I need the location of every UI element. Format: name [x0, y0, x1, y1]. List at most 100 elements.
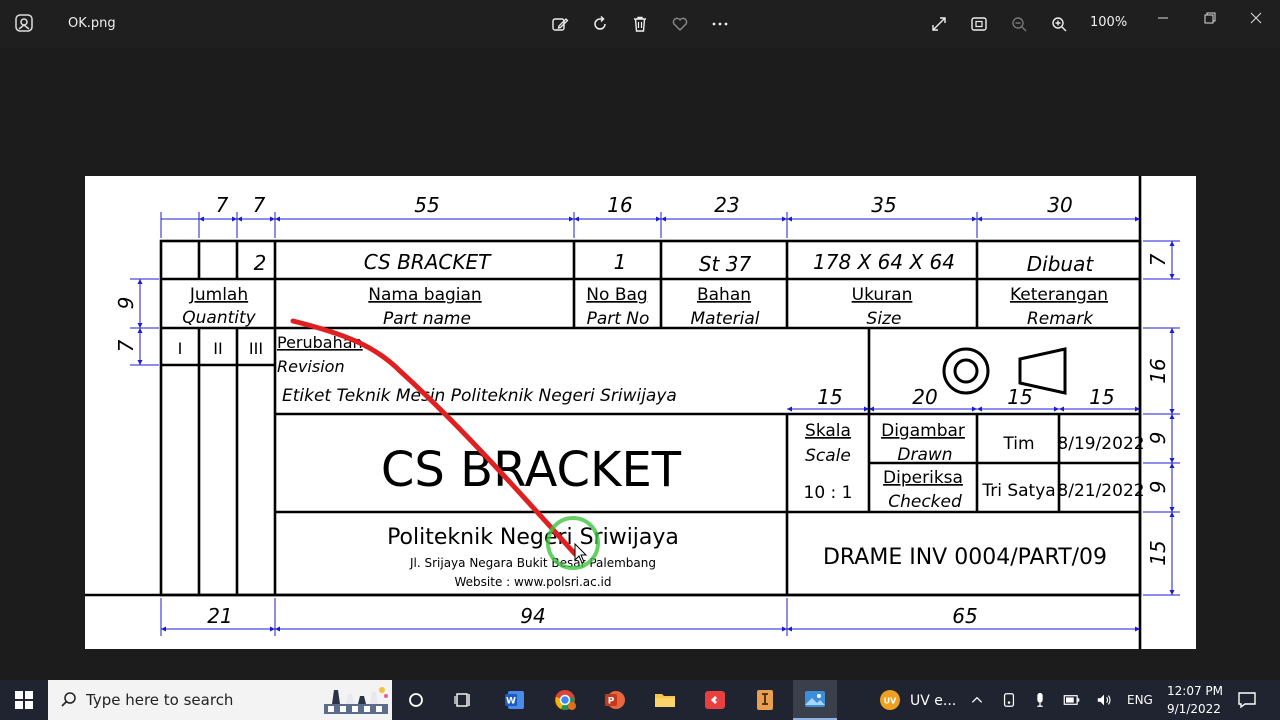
taskbar-word[interactable]: W: [493, 680, 537, 720]
dim-left-2: 7: [114, 339, 138, 352]
zoom-out-icon: [1012, 17, 1027, 32]
institution-name: Politeknik Negeri Sriwijaya: [387, 525, 679, 550]
zoom-level[interactable]: 100%: [1090, 15, 1127, 30]
notification-icon: [1238, 692, 1256, 709]
meet-now-button[interactable]: [1000, 691, 1018, 709]
volume-button[interactable]: [1095, 691, 1113, 709]
show-hidden-icons-button[interactable]: [968, 691, 986, 709]
favorite-button[interactable]: [668, 12, 692, 36]
row1-quantity: 2: [254, 251, 267, 275]
heart-icon: [672, 17, 688, 31]
close-icon: [1250, 12, 1262, 24]
start-button[interactable]: [0, 680, 48, 720]
dim-mid-1: 15: [817, 385, 842, 409]
uv-app-icon[interactable]: UV: [879, 689, 901, 711]
title-bar: OK.png 100%: [0, 0, 1280, 48]
dim-top-6: 35: [871, 193, 896, 217]
drawn-label-id: Digambar: [881, 421, 965, 441]
revision-label-id: Perubahan: [277, 333, 363, 352]
title-block-drawing: 2 CS BRACKET 1 St 37 178 X 64 X 64 Dibua…: [85, 176, 1196, 649]
zoom-out-button[interactable]: [1007, 12, 1031, 36]
drawn-date: 8/19/2022: [1057, 434, 1144, 454]
microphone-button[interactable]: [1031, 691, 1049, 709]
search-placeholder: Type here to search: [86, 691, 234, 709]
rotate-button[interactable]: [588, 12, 612, 36]
minimize-button[interactable]: [1148, 8, 1178, 28]
scale-label-id: Skala: [805, 421, 851, 441]
drawn-by: Tim: [1002, 434, 1034, 454]
taskbar: Type here to search W P UV UV e... ENG 1…: [0, 680, 1280, 720]
taskbar-photos[interactable]: [793, 680, 837, 720]
row1-remark: Dibuat: [1027, 252, 1095, 276]
zoom-in-button[interactable]: [1047, 12, 1071, 36]
clock-date[interactable]: 9/1/2022: [1167, 702, 1221, 716]
clock-time[interactable]: 12:07 PM: [1167, 684, 1223, 698]
checked-by: Tri Satya: [981, 481, 1055, 501]
svg-text:W: W: [506, 697, 516, 707]
file-name: OK.png: [68, 16, 116, 31]
header-no-id: No Bag: [586, 285, 647, 305]
header-quantity-id: Jumlah: [189, 285, 248, 305]
chevron-up-icon: [971, 696, 983, 703]
input-language[interactable]: ENG: [1127, 693, 1153, 707]
dim-right-5: 15: [1146, 540, 1170, 565]
close-button[interactable]: [1241, 8, 1271, 28]
row1-size: 178 X 64 X 64: [813, 250, 955, 274]
row1-part-name: CS BRACKET: [364, 250, 492, 274]
action-center-button[interactable]: [1237, 690, 1257, 710]
edit-image-button[interactable]: [548, 12, 572, 36]
dim-left-1: 9: [114, 297, 138, 310]
speaker-icon: [1097, 694, 1111, 706]
taskbar-anydesk[interactable]: [693, 680, 737, 720]
cortana-icon: [409, 693, 423, 707]
checked-date: 8/21/2022: [1057, 481, 1144, 501]
powerpoint-icon: P: [605, 691, 625, 709]
task-view-button[interactable]: [394, 680, 438, 720]
task-switcher-button[interactable]: [441, 680, 485, 720]
dim-bottom-3: 65: [952, 604, 977, 628]
dim-top-4: 16: [607, 193, 632, 217]
projection-symbol: [942, 347, 1067, 395]
notification-app-label[interactable]: UV e...: [910, 693, 956, 709]
red-annotation-stroke: [290, 318, 578, 557]
anydesk-icon: [705, 691, 725, 709]
dim-right-3: 9: [1146, 432, 1170, 445]
dim-top-3: 55: [414, 193, 439, 217]
revision-col-3: III: [249, 339, 263, 358]
fullscreen-button[interactable]: [927, 12, 951, 36]
windows-icon: [15, 691, 33, 709]
row1-material: St 37: [699, 252, 752, 276]
taskbar-powerpoint[interactable]: P: [593, 680, 637, 720]
fit-to-window-button[interactable]: [967, 12, 991, 36]
header-material-en: Material: [690, 309, 759, 329]
zoom-in-icon: [1052, 17, 1067, 32]
battery-icon: [1063, 695, 1080, 705]
dim-right-1: 7: [1146, 253, 1170, 266]
chess-highlight-icon: [324, 687, 388, 714]
folder-icon: [655, 694, 675, 707]
taskbar-search[interactable]: Type here to search: [48, 680, 392, 720]
delete-button[interactable]: [628, 12, 652, 36]
dim-right-2: 16: [1146, 358, 1170, 383]
institution-address: Jl. Srijaya Negara Bukit Besar Palembang: [409, 556, 656, 570]
dim-mid-4: 15: [1089, 385, 1114, 409]
drawing-svg: 2 CS BRACKET 1 St 37 178 X 64 X 64 Dibua…: [85, 176, 1180, 649]
image-canvas[interactable]: 2 CS BRACKET 1 St 37 178 X 64 X 64 Dibua…: [0, 48, 1280, 680]
title-block-frame: [85, 176, 1142, 649]
more-options-button[interactable]: [708, 12, 732, 36]
restore-button[interactable]: [1195, 8, 1225, 28]
drawn-label-en: Drawn: [897, 445, 952, 465]
taskbar-file-explorer[interactable]: [643, 680, 687, 720]
scale-value: 10 : 1: [804, 483, 853, 503]
header-no-en: Part No: [587, 309, 650, 329]
header-name-id: Nama bagian: [368, 285, 481, 305]
search-icon: [61, 692, 76, 707]
more-icon: [712, 22, 728, 26]
taskbar-chrome[interactable]: [543, 680, 587, 720]
revision-col-1: I: [178, 339, 183, 358]
microphone-icon: [1037, 692, 1043, 707]
restore-icon: [1204, 12, 1216, 24]
battery-button[interactable]: [1063, 691, 1081, 709]
taskbar-document-app[interactable]: [743, 680, 787, 720]
minimize-icon: [1158, 17, 1168, 19]
